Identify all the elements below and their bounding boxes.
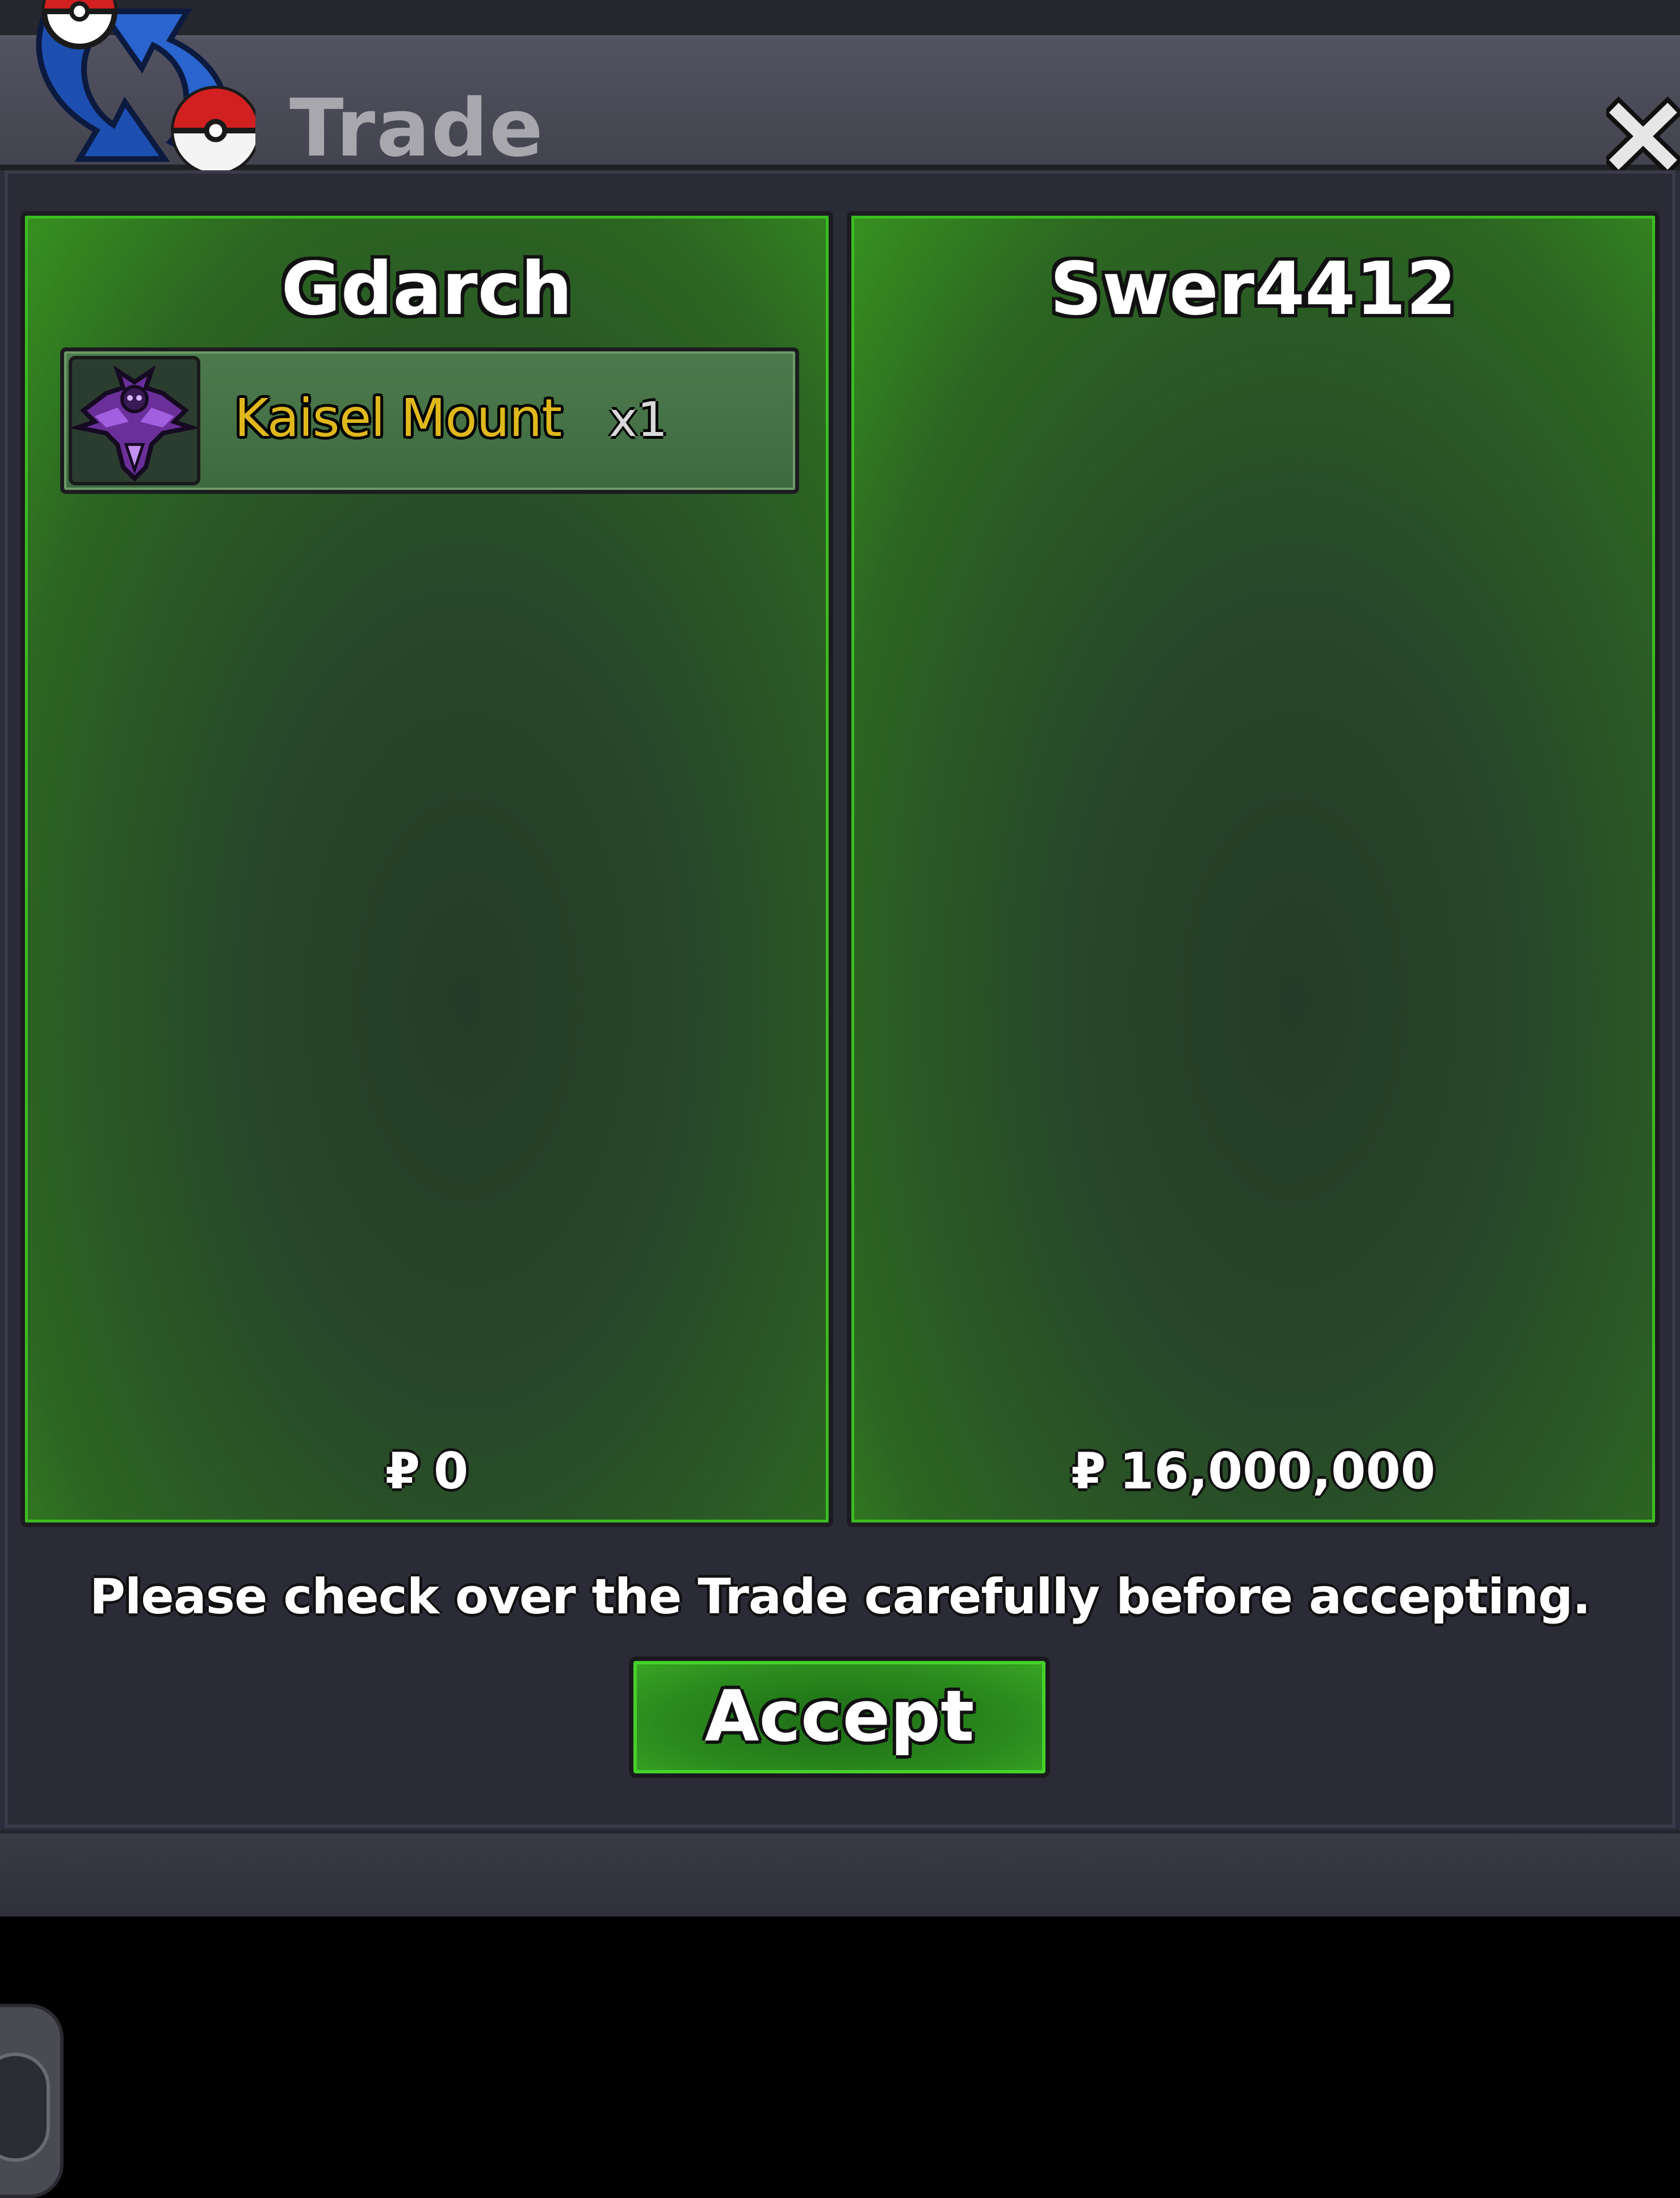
item-quantity: x1 <box>609 392 668 447</box>
joystick-widget[interactable] <box>0 2004 64 2198</box>
trade-item-row[interactable]: Kaisel Mount x1 <box>60 347 799 494</box>
player-name-left: Gdarch <box>281 247 573 332</box>
trade-logo-icon <box>36 0 255 175</box>
player-name-right: Swer4412 <box>1049 247 1457 332</box>
item-name: Kaisel Mount <box>234 388 562 448</box>
accept-button-label: Accept <box>704 1676 975 1757</box>
trade-notice: Please check over the Trade carefully be… <box>89 1568 1591 1625</box>
window-footer <box>0 1830 1680 1916</box>
offer-panel-right: Swer4412 ₽16,000,000 <box>847 211 1660 1527</box>
kaisel-mount-icon <box>69 365 200 482</box>
currency-icon: ₽ <box>385 1442 420 1500</box>
joystick-knob[interactable] <box>0 2053 50 2162</box>
money-offer-left: ₽0 <box>25 1446 829 1496</box>
trade-window: Trade Gdarch Kaisel Mount x1 ₽ 0 Swer441… <box>0 0 1680 1916</box>
currency-icon: ₽ <box>1071 1442 1106 1500</box>
close-icon <box>1602 96 1680 177</box>
money-amount-right: 16,000,000 <box>1119 1442 1435 1500</box>
window-title: Trade <box>289 82 544 175</box>
accept-button[interactable]: Accept <box>629 1656 1050 1778</box>
money-offer-right: ₽16,000,000 <box>851 1446 1655 1496</box>
close-button[interactable] <box>1602 96 1680 177</box>
money-amount-left: 0 <box>434 1442 469 1500</box>
item-icon-slot <box>69 356 200 485</box>
offer-panel-left: Gdarch Kaisel Mount x1 ₽0 <box>20 211 833 1527</box>
